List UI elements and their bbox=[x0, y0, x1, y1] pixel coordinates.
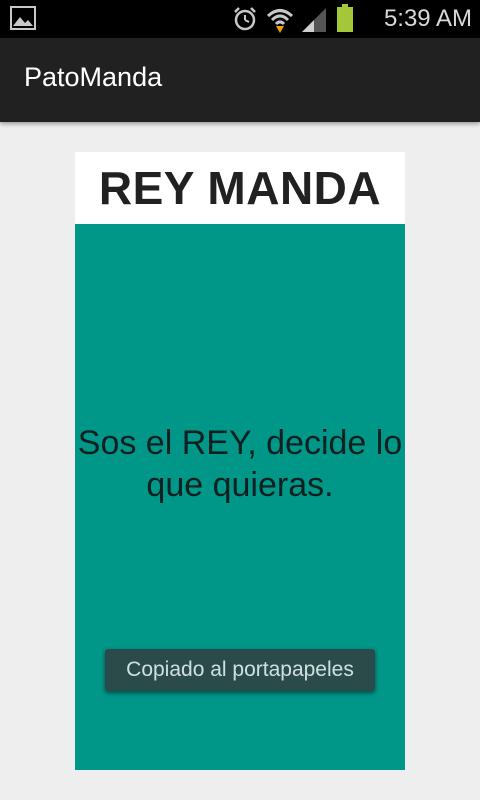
card-message: Sos el REY, decide lo que quieras. bbox=[77, 424, 403, 504]
app-title: PatoManda bbox=[24, 62, 163, 92]
alarm-icon bbox=[232, 6, 258, 37]
action-bar: PatoManda bbox=[0, 38, 480, 122]
card-title: REY MANDA bbox=[98, 162, 382, 214]
gallery-notification-icon bbox=[10, 6, 36, 30]
copied-toast: Copiado al portapapeles bbox=[105, 649, 375, 691]
status-bar: 5:39 AM bbox=[0, 0, 480, 38]
wifi-icon bbox=[266, 6, 294, 39]
battery-icon bbox=[336, 4, 354, 37]
status-icons: 5:39 AM bbox=[232, 0, 472, 38]
signal-icon bbox=[300, 8, 328, 37]
game-card: REY MANDA Sos el REY, decide lo que quie… bbox=[75, 152, 405, 770]
card-header: REY MANDA bbox=[75, 152, 405, 224]
status-time: 5:39 AM bbox=[383, 5, 472, 32]
